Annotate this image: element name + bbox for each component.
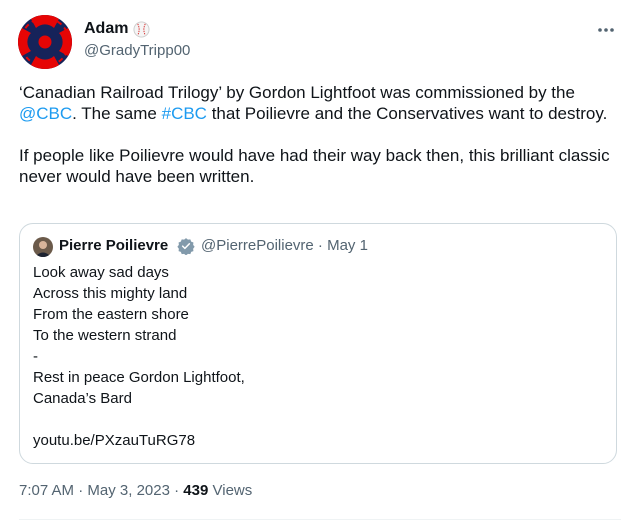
views-count: 439 — [183, 482, 209, 499]
quote-line: To the western strand — [33, 327, 177, 344]
tweet-text-segment: . The same — [72, 104, 162, 123]
verified-badge-icon — [177, 238, 195, 255]
tweet-paragraph: ‘Canadian Railroad Trilogy’ by Gordon Li… — [19, 82, 624, 124]
quote-line: Canada’s Bard — [33, 390, 132, 407]
tweet-meta: 7:07 AM · May 3, 2023 · 439 Views — [19, 482, 252, 499]
quote-line: Rest in peace Gordon Lightfoot, — [33, 369, 245, 386]
meta-separator: · — [174, 482, 184, 499]
hashtag-link-cbc[interactable]: #CBC — [162, 104, 207, 123]
author-name[interactable]: Adam — [84, 20, 128, 38]
views-label: Views — [212, 482, 253, 499]
person-avatar-icon — [33, 237, 53, 257]
author-handle[interactable]: @GradyTripp00 — [84, 42, 190, 59]
more-options-icon[interactable] — [594, 21, 618, 39]
quote-line: Look away sad days — [33, 264, 169, 281]
tweet-text: ‘Canadian Railroad Trilogy’ by Gordon Li… — [19, 82, 624, 187]
meta-separator: · — [78, 482, 88, 499]
quote-line — [33, 409, 603, 430]
quote-avatar[interactable] — [33, 237, 53, 257]
tweet-text-segment: ‘Canadian Railroad Trilogy’ by Gordon Li… — [19, 83, 575, 102]
quote-author-name[interactable]: Pierre Poilievre — [59, 237, 168, 254]
tweet-time[interactable]: 7:07 AM — [19, 482, 74, 499]
quote-line: - — [33, 348, 38, 365]
tweet-date[interactable]: May 3, 2023 — [87, 482, 170, 499]
avatar[interactable] — [18, 15, 72, 69]
quoted-tweet-card[interactable]: Pierre Poilievre @PierrePoilievre · May … — [19, 223, 617, 464]
quote-body: Look away sad days Across this mighty la… — [33, 262, 603, 451]
baseball-icon — [133, 21, 150, 38]
cbc-gem-logo-icon — [18, 15, 72, 69]
divider — [19, 519, 621, 520]
quote-line: From the eastern shore — [33, 306, 189, 323]
tweet-text-segment: that Poilievre and the Conservatives wan… — [206, 104, 608, 123]
tweet-paragraph: If people like Poilievre would have had … — [19, 146, 610, 186]
mention-link-cbc[interactable]: @CBC — [19, 104, 72, 123]
quote-line: Across this mighty land — [33, 285, 188, 302]
quote-link[interactable]: youtu.be/PXzauTuRG78 — [33, 430, 603, 451]
quote-handle-date[interactable]: @PierrePoilievre · May 1 — [201, 237, 368, 254]
